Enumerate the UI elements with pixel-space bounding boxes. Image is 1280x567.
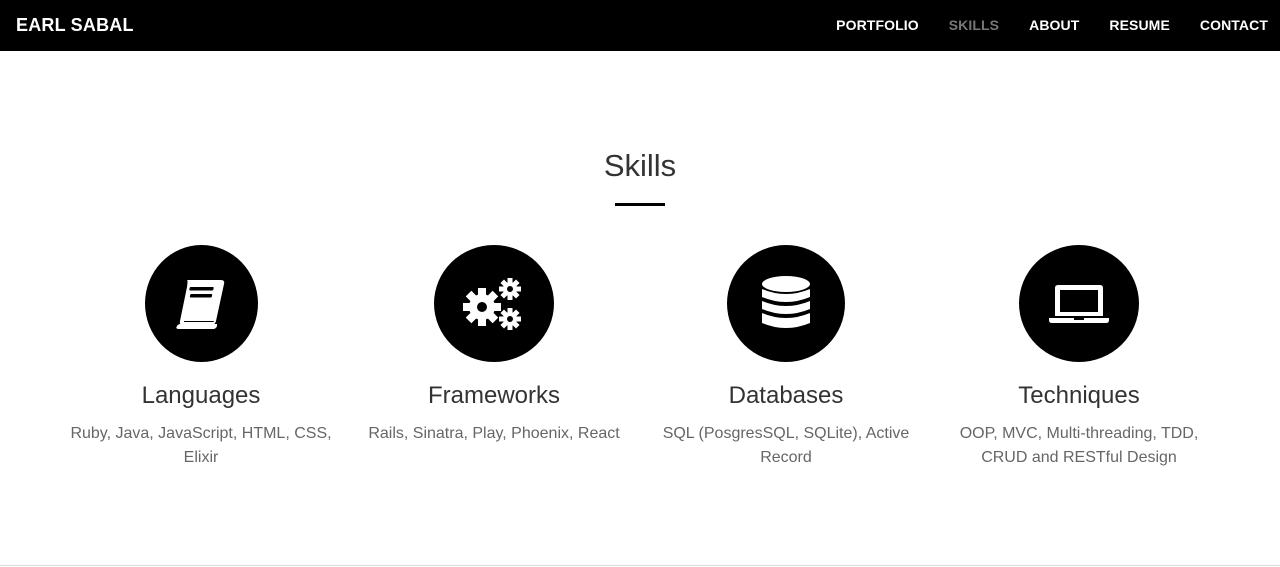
skill-name: Frameworks — [427, 382, 560, 409]
skill-description: Rails, Sinatra, Play, Phoenix, React — [368, 425, 620, 442]
skill-name: Techniques — [1018, 382, 1140, 409]
nav-link-skills[interactable]: SKILLS — [949, 0, 999, 51]
gears-icon — [463, 277, 521, 330]
skill-icon-circle — [727, 245, 845, 362]
skill-icon-circle — [144, 245, 258, 362]
book-icon — [176, 279, 225, 329]
navbar: EARL SABAL PORTFOLIO SKILLS ABOUT RESUME… — [0, 0, 1280, 51]
nav-link-portfolio[interactable]: PORTFOLIO — [836, 0, 919, 51]
skill-languages: Languages Ruby, Java, JavaScript, HTML, … — [62, 245, 340, 470]
skill-icon-circle — [434, 245, 554, 362]
skill-databases: Databases SQL (PosgresSQL, SQLite), Acti… — [647, 245, 925, 470]
nav-link-about[interactable]: ABOUT — [1029, 0, 1079, 51]
skill-description: Ruby, Java, JavaScript, HTML, CSS, Elixi… — [70, 425, 332, 466]
skill-description: SQL (PosgresSQL, SQLite), Active Record — [662, 425, 910, 466]
nav-links: PORTFOLIO SKILLS ABOUT RESUME CONTACT — [836, 0, 1268, 51]
skill-description: OOP, MVC, Multi-threading, TDD, CRUD and… — [959, 425, 1199, 466]
title-divider — [615, 203, 665, 206]
brand-logo[interactable]: EARL SABAL — [16, 14, 134, 36]
section-title: Skills — [603, 148, 677, 183]
database-icon — [762, 275, 810, 328]
nav-link-resume[interactable]: RESUME — [1109, 0, 1170, 51]
nav-link-contact[interactable]: CONTACT — [1200, 0, 1268, 51]
skill-name: Databases — [728, 382, 844, 409]
laptop-icon — [1049, 284, 1109, 323]
skill-techniques: Techniques OOP, MVC, Multi-threading, TD… — [940, 245, 1218, 470]
skill-frameworks: Frameworks Rails, Sinatra, Play, Phoenix… — [355, 245, 633, 446]
skill-icon-circle — [1019, 245, 1139, 362]
skill-name: Languages — [141, 382, 261, 409]
section-divider — [0, 565, 1280, 566]
